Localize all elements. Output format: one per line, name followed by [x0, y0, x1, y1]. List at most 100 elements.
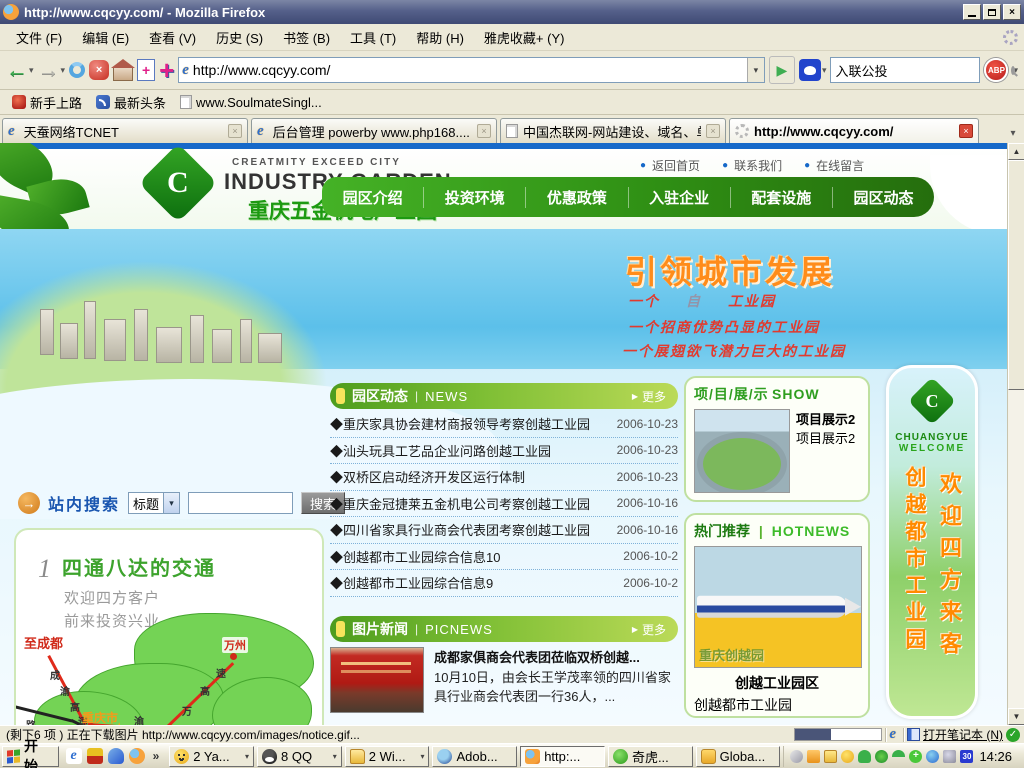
umbrella-tray-icon[interactable]	[892, 750, 905, 763]
baidu-search-engine-button[interactable]: ▾	[799, 55, 827, 85]
messenger-tray-icon[interactable]	[841, 750, 854, 763]
forward-dropdown-icon[interactable]: ▾	[61, 65, 66, 76]
stop-button[interactable]: ×	[89, 55, 109, 85]
menu-bookmarks[interactable]: 书签 (B)	[273, 24, 340, 51]
news-item[interactable]: ◆四川省家具行业商会代表团考察创越工业园2006-10-16	[330, 517, 678, 544]
site-logo-icon[interactable]: C	[138, 143, 217, 222]
welcome-banner[interactable]: C CHUANGYUE WELCOME 创越都市工业园 欢迎四方来客	[886, 365, 978, 719]
bookmark-soulmate[interactable]: www.SoulmateSingl...	[176, 93, 326, 112]
forward-button[interactable]: → ▾	[38, 55, 66, 85]
task-global[interactable]: Globa...	[696, 746, 781, 767]
search-bar[interactable]	[830, 57, 980, 83]
overflow-chevron-icon[interactable]: »	[150, 749, 163, 763]
home-button[interactable]	[113, 55, 133, 85]
nav-park-news[interactable]: 园区动态	[832, 187, 934, 208]
tab-jielian[interactable]: 中国杰联网-网站建设、域名、单线... ×	[500, 118, 726, 143]
link-guestbook[interactable]: ●在线留言	[804, 157, 864, 174]
interchange-photo[interactable]	[694, 409, 790, 493]
restore-button[interactable]	[983, 4, 1001, 20]
back-dropdown-icon[interactable]: ▾	[29, 65, 34, 76]
task-firefox-active[interactable]: http:...	[520, 746, 605, 767]
nav-enterprises[interactable]: 入驻企业	[628, 187, 730, 208]
nav-facilities[interactable]: 配套设施	[730, 187, 832, 208]
back-button[interactable]: ← ▾	[6, 55, 34, 85]
news-item[interactable]: ◆创越都市工业园综合信息102006-10-2	[330, 544, 678, 571]
bookmark-getting-started[interactable]: 新手上路	[8, 91, 86, 114]
tab-close-icon[interactable]: ×	[959, 124, 973, 138]
news-item[interactable]: ◆双桥区启动经济开发区运行体制2006-10-23	[330, 464, 678, 491]
taskbar-clock[interactable]: 14:26	[977, 749, 1016, 764]
news-item[interactable]: ◆汕头玩具工艺品企业问路创越工业园2006-10-23	[330, 438, 678, 465]
menu-edit[interactable]: 编辑 (E)	[72, 24, 139, 51]
go-button[interactable]: ▶	[769, 56, 795, 84]
start-button[interactable]: 开始	[2, 746, 59, 767]
show-caption[interactable]: 项目展示2	[796, 428, 855, 447]
adblock-plus-button[interactable]: ABP	[984, 58, 1008, 82]
news-more-link[interactable]: ▶ 更多	[632, 388, 666, 405]
train-photo[interactable]: 重庆创越园	[694, 546, 862, 668]
quicklaunch-ie-icon[interactable]: e	[66, 748, 82, 764]
contact-tray-icon[interactable]	[858, 750, 871, 763]
clover-tray-icon[interactable]	[875, 750, 888, 763]
task-yahoo-messenger[interactable]: 2 Ya... ▾	[169, 746, 254, 767]
tab-close-icon[interactable]: ×	[228, 124, 242, 138]
bookmark-latest-headlines[interactable]: 最新头条	[92, 91, 170, 114]
menu-view[interactable]: 查看 (V)	[139, 24, 206, 51]
notebook-icon[interactable]	[907, 728, 920, 741]
new-tab-extension-button[interactable]: +	[137, 55, 155, 85]
nav-preferential-policy[interactable]: 优惠政策	[525, 187, 627, 208]
minimize-button[interactable]	[963, 4, 981, 20]
update-tray-icon[interactable]: +	[909, 750, 922, 763]
menu-yahoo-bookmarks[interactable]: 雅虎收藏+ (Y)	[474, 24, 575, 51]
search-field-select[interactable]: 标题 ▾	[128, 492, 180, 514]
task-qihu[interactable]: 奇虎...	[608, 746, 693, 767]
scroll-down-icon[interactable]: ▼	[1008, 708, 1024, 725]
picnews-more-link[interactable]: ▶ 更多	[632, 621, 666, 638]
news-item[interactable]: ◆创越都市工业园综合信息92006-10-2	[330, 570, 678, 597]
tab-list-dropdown-icon[interactable]: ▾	[1004, 123, 1022, 143]
nav-investment-env[interactable]: 投资环境	[423, 187, 525, 208]
conference-photo[interactable]	[330, 647, 424, 713]
network-tray-icon[interactable]	[926, 750, 939, 763]
input-method-icon[interactable]	[790, 750, 803, 763]
scrollbar-thumb[interactable]	[1008, 160, 1024, 390]
news-item[interactable]: ◆重庆金冠捷莱五金机电公司考察创越工业园2006-10-16	[330, 491, 678, 518]
quicklaunch-firefox-icon[interactable]	[129, 748, 145, 764]
close-button[interactable]: ×	[1003, 4, 1021, 20]
group-dropdown-icon[interactable]: ▾	[333, 752, 337, 761]
tab-close-icon[interactable]: ×	[477, 124, 491, 138]
task-qq-group[interactable]: 8 QQ ▾	[257, 746, 342, 767]
tab-cqcyy-active[interactable]: http://www.cqcyy.com/ ×	[729, 118, 979, 143]
nav-park-intro[interactable]: 园区介绍	[322, 187, 423, 208]
menu-history[interactable]: 历史 (S)	[206, 24, 273, 51]
quicklaunch-flashget-icon[interactable]	[87, 748, 103, 764]
group-dropdown-icon[interactable]: ▾	[245, 752, 249, 761]
tab-close-icon[interactable]: ×	[706, 124, 720, 138]
hotnews-caption[interactable]: 创越都市工业园	[694, 695, 860, 715]
hotnews-caption-bold[interactable]: 创越工业园区	[694, 673, 860, 693]
ie-tab-status-icon[interactable]: e	[889, 726, 896, 743]
reload-button[interactable]	[69, 55, 85, 85]
menu-file[interactable]: 文件 (F)	[6, 24, 72, 51]
engine-dropdown-icon[interactable]: ▾	[822, 65, 827, 76]
add-extension-button[interactable]: +	[159, 55, 174, 85]
volume-tray-icon[interactable]	[943, 750, 956, 763]
download-tray-icon[interactable]	[807, 750, 820, 763]
vertical-scrollbar[interactable]: ▲ ▼	[1007, 143, 1024, 725]
chevron-down-icon[interactable]: ▾	[163, 493, 179, 513]
year30-tray-icon[interactable]: 30	[960, 750, 973, 763]
url-bar[interactable]: e ▾	[178, 57, 765, 83]
link-contact[interactable]: ●联系我们	[722, 157, 782, 174]
quicklaunch-messenger-icon[interactable]	[108, 748, 124, 764]
mail-tray-icon[interactable]	[824, 750, 837, 763]
picnews-article-title[interactable]: 成都家俱商会代表团莅临双桥创越...	[434, 647, 678, 666]
task-adobe[interactable]: Adob...	[432, 746, 517, 767]
tab-admin[interactable]: e 后台管理 powerby www.php168.... ×	[251, 118, 497, 143]
url-dropdown-button[interactable]: ▾	[747, 58, 764, 82]
link-home[interactable]: ●返回首页	[640, 157, 700, 174]
group-dropdown-icon[interactable]: ▾	[420, 752, 424, 761]
menu-tools[interactable]: 工具 (T)	[340, 24, 406, 51]
show-caption-bold[interactable]: 项目展示2	[796, 409, 855, 428]
scroll-up-icon[interactable]: ▲	[1008, 143, 1024, 160]
site-search-input[interactable]	[188, 492, 293, 514]
